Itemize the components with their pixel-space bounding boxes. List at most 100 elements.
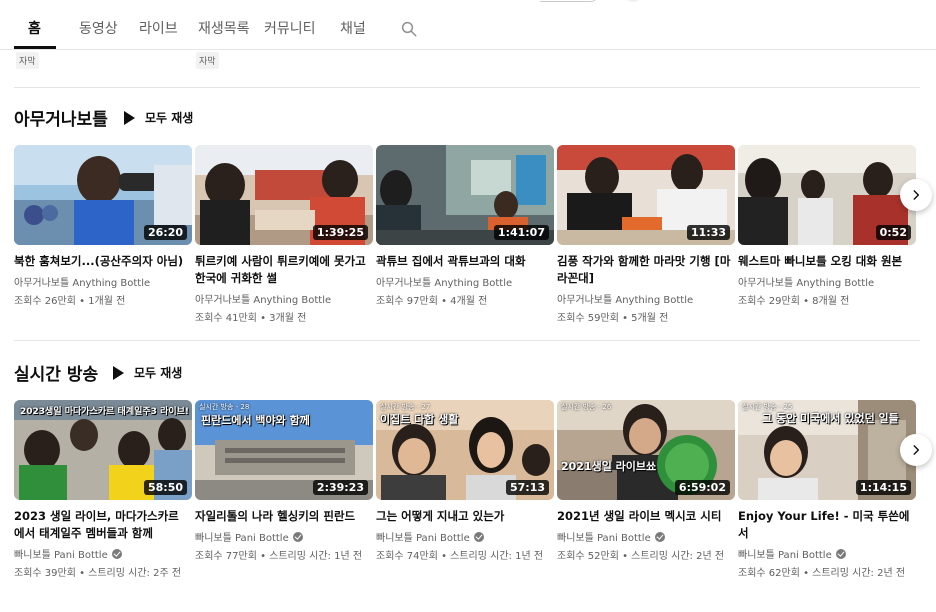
video-duration: 1:14:15 bbox=[855, 480, 911, 495]
video-title[interactable]: 북한 훔쳐보기...(공산주의자 아님) bbox=[14, 253, 192, 270]
play-all-label: 모두 재생 bbox=[145, 111, 194, 125]
channel-name-text: 빠니보틀 Pani Bottle bbox=[14, 550, 108, 561]
tab-videos[interactable]: 동영상 bbox=[79, 18, 118, 38]
channel-name-text: 아무거나보틀 Anything Bottle bbox=[14, 278, 151, 289]
verified-icon bbox=[292, 531, 303, 542]
video-card[interactable]: 26:20 북한 훔쳐보기...(공산주의자 아님) 아무거나보틀 Anythi… bbox=[14, 145, 192, 307]
video-title[interactable]: 그는 어떻게 지내고 있는가 bbox=[376, 508, 554, 525]
video-duration: 57:13 bbox=[505, 480, 549, 495]
video-card[interactable]: 0:52 웨스트마 빠니보틀 오킹 대화 원본 아무거나보틀 Anything … bbox=[738, 145, 916, 307]
next-button[interactable] bbox=[900, 179, 932, 211]
channel-name-text: 아무거나보틀 Anything Bottle bbox=[195, 295, 332, 306]
chevron-right-icon bbox=[913, 445, 920, 455]
channel-name[interactable]: 아무거나보틀 Anything Bottle bbox=[14, 274, 192, 289]
video-duration: 11:33 bbox=[686, 225, 730, 240]
video-thumbnail[interactable]: 실시간 방송 - 25 그 동안 미국에서 있었던 일들 1:14:15 bbox=[738, 400, 916, 500]
verified-icon bbox=[835, 548, 846, 559]
thumbnail-caption: 2021생일 라이브쑈 bbox=[561, 460, 657, 473]
channel-name-text: 빠니보틀 Pani Bottle bbox=[557, 533, 651, 544]
video-title[interactable]: 2023 생일 라이브, 마다가스카르에서 태계일주 멤버들과 함께 bbox=[14, 508, 192, 542]
section-title: 실시간 방송 bbox=[14, 365, 99, 385]
caption-badge: 자막 bbox=[196, 52, 219, 69]
channel-name-text: 빠니보틀 Pani Bottle bbox=[195, 533, 289, 544]
video-card[interactable]: 11:33 김풍 작가와 함께한 마라맛 기행 [마라꼰대] 아무거나보틀 An… bbox=[557, 145, 735, 324]
video-card[interactable]: 실시간 방송 - 27 이집트 다합 생활 57:13 그는 어떻게 지내고 있… bbox=[376, 400, 554, 562]
channel-name-text: 아무거나보틀 Anything Bottle bbox=[738, 278, 875, 289]
tab-home[interactable]: 홈 bbox=[28, 18, 41, 38]
video-title[interactable]: 튀르키예 사람이 튀르키예에 못가고 한국에 귀화한 썰 bbox=[195, 253, 373, 287]
video-title[interactable]: 김풍 작가와 함께한 마라맛 기행 [마라꼰대] bbox=[557, 253, 735, 287]
video-meta: 조회수 97만회 • 4개월 전 bbox=[376, 296, 488, 307]
channel-name[interactable]: 아무거나보틀 Anything Bottle bbox=[376, 274, 554, 289]
video-duration: 2:39:23 bbox=[312, 480, 368, 495]
video-meta: 조회수 74만회 • 스트리밍 시간: 1년 전 bbox=[376, 551, 544, 562]
channel-name[interactable]: 아무거나보틀 Anything Bottle bbox=[738, 274, 916, 289]
section-divider bbox=[14, 340, 920, 341]
video-duration: 1:39:25 bbox=[312, 225, 368, 240]
video-thumbnail[interactable]: 11:33 bbox=[557, 145, 735, 245]
video-card[interactable]: 2023생일 마다가스카르 태계일주3 라이브! 58:50 2023 생일 라… bbox=[14, 400, 192, 579]
tab-playlists[interactable]: 재생목록 bbox=[198, 18, 250, 38]
channel-name[interactable]: 아무거나보틀 Anything Bottle bbox=[195, 291, 373, 306]
tab-community[interactable]: 커뮤니티 bbox=[264, 18, 316, 38]
channel-name-text: 아무거나보틀 Anything Bottle bbox=[376, 278, 513, 289]
thumbnail-caption: 그 동안 미국에서 있었던 일들 bbox=[762, 412, 899, 425]
video-thumbnail[interactable]: 1:41:07 bbox=[376, 145, 554, 245]
video-thumbnail[interactable]: 2023생일 마다가스카르 태계일주3 라이브! 58:50 bbox=[14, 400, 192, 500]
video-meta: 조회수 26만회 • 1개월 전 bbox=[14, 296, 126, 307]
section-divider bbox=[14, 87, 920, 88]
channel-name-text: 아무거나보틀 Anything Bottle bbox=[557, 295, 694, 306]
video-title[interactable]: Enjoy Your Life! - 미국 투쓴에서 bbox=[738, 508, 916, 542]
active-tab-indicator bbox=[14, 46, 56, 49]
video-card[interactable]: 실시간 방송 - 26 2021생일 라이브쑈 6:59:02 2021년 생일… bbox=[557, 400, 735, 562]
play-icon bbox=[124, 110, 135, 125]
next-button[interactable] bbox=[900, 434, 932, 466]
tab-live[interactable]: 라이브 bbox=[139, 18, 178, 38]
video-meta: 조회수 29만회 • 8개월 전 bbox=[738, 296, 850, 307]
video-duration: 1:41:07 bbox=[493, 225, 549, 240]
video-title[interactable]: 곽튜브 집에서 곽튜브과의 대화 bbox=[376, 253, 554, 270]
video-title[interactable]: 웨스트마 빠니보틀 오킹 대화 원본 bbox=[738, 253, 916, 270]
channel-name[interactable]: 빠니보틀 Pani Bottle bbox=[14, 546, 192, 561]
play-icon bbox=[113, 365, 124, 380]
tab-channels[interactable]: 채널 bbox=[340, 18, 366, 38]
video-thumbnail[interactable]: 실시간 방송 - 27 이집트 다합 생활 57:13 bbox=[376, 400, 554, 500]
channel-name[interactable]: 빠니보틀 Pani Bottle bbox=[195, 529, 373, 544]
video-card[interactable]: 1:39:25 튀르키예 사람이 튀르키예에 못가고 한국에 귀화한 썰 아무거… bbox=[195, 145, 373, 324]
play-all-button[interactable]: 모두 재생 bbox=[113, 364, 182, 381]
channel-name[interactable]: 빠니보틀 Pani Bottle bbox=[376, 529, 554, 544]
video-card[interactable]: 1:41:07 곽튜브 집에서 곽튜브과의 대화 아무거나보틀 Anything… bbox=[376, 145, 554, 307]
verified-icon bbox=[111, 548, 122, 559]
play-all-button[interactable]: 모두 재생 bbox=[124, 109, 193, 126]
channel-name-text: 빠니보틀 Pani Bottle bbox=[738, 550, 832, 561]
thumbnail-tag: 실시간 방송 - 28 bbox=[199, 403, 250, 411]
video-card[interactable]: 실시간 방송 - 28 핀란드에서 백야와 함께 2:39:23 자일리톨의 나… bbox=[195, 400, 373, 562]
video-thumbnail[interactable]: 1:39:25 bbox=[195, 145, 373, 245]
search-icon[interactable] bbox=[400, 20, 418, 38]
video-meta: 조회수 52만회 • 스트리밍 시간: 2년 전 bbox=[557, 551, 725, 562]
video-thumbnail[interactable]: 실시간 방송 - 26 2021생일 라이브쑈 6:59:02 bbox=[557, 400, 735, 500]
verified-icon bbox=[654, 531, 665, 542]
video-thumbnail[interactable]: 0:52 bbox=[738, 145, 916, 245]
video-meta: 조회수 39만회 • 스트리밍 시간: 2주 전 bbox=[14, 568, 182, 579]
thumbnail-caption: 2023생일 마다가스카르 태계일주3 라이브! bbox=[20, 407, 190, 417]
video-title[interactable]: 2021년 생일 라이브 멕시코 시티 bbox=[557, 508, 735, 525]
video-duration: 26:20 bbox=[143, 225, 187, 240]
video-card[interactable]: 실시간 방송 - 25 그 동안 미국에서 있었던 일들 1:14:15 Enj… bbox=[738, 400, 916, 579]
video-meta: 조회수 59만회 • 5개월 전 bbox=[557, 313, 669, 324]
channel-name[interactable]: 빠니보틀 Pani Bottle bbox=[738, 546, 916, 561]
channel-tabs: 홈 동영상 라이브 재생목록 커뮤니티 채널 bbox=[0, 0, 936, 50]
video-title[interactable]: 자일리톨의 나라 헬싱키의 핀란드 bbox=[195, 508, 373, 525]
thumbnail-caption: 이집트 다합 생활 bbox=[380, 413, 459, 426]
video-thumbnail[interactable]: 26:20 bbox=[14, 145, 192, 245]
video-meta: 조회수 62만회 • 스트리밍 시간: 2년 전 bbox=[738, 568, 906, 579]
video-duration: 0:52 bbox=[875, 225, 911, 240]
channel-name[interactable]: 아무거나보틀 Anything Bottle bbox=[557, 291, 735, 306]
thumbnail-tag: 실시간 방송 - 26 bbox=[561, 403, 612, 411]
video-thumbnail[interactable]: 실시간 방송 - 28 핀란드에서 백야와 함께 2:39:23 bbox=[195, 400, 373, 500]
video-meta: 조회수 41만회 • 3개월 전 bbox=[195, 313, 307, 324]
verified-icon bbox=[473, 531, 484, 542]
channel-name-text: 빠니보틀 Pani Bottle bbox=[376, 533, 470, 544]
channel-name[interactable]: 빠니보틀 Pani Bottle bbox=[557, 529, 735, 544]
play-all-label: 모두 재생 bbox=[134, 366, 183, 380]
